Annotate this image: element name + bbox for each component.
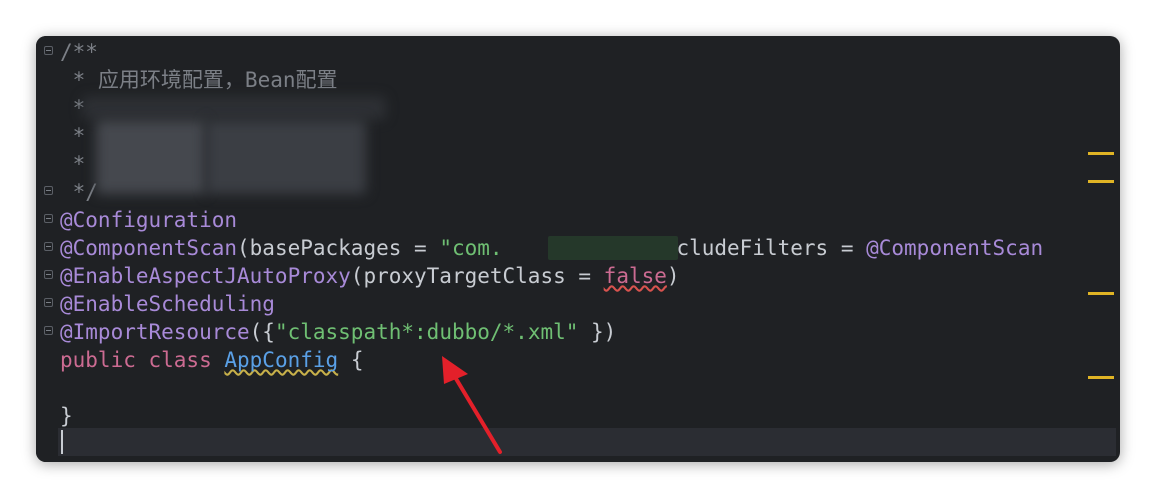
annotation-arrow-icon bbox=[442, 356, 502, 454]
